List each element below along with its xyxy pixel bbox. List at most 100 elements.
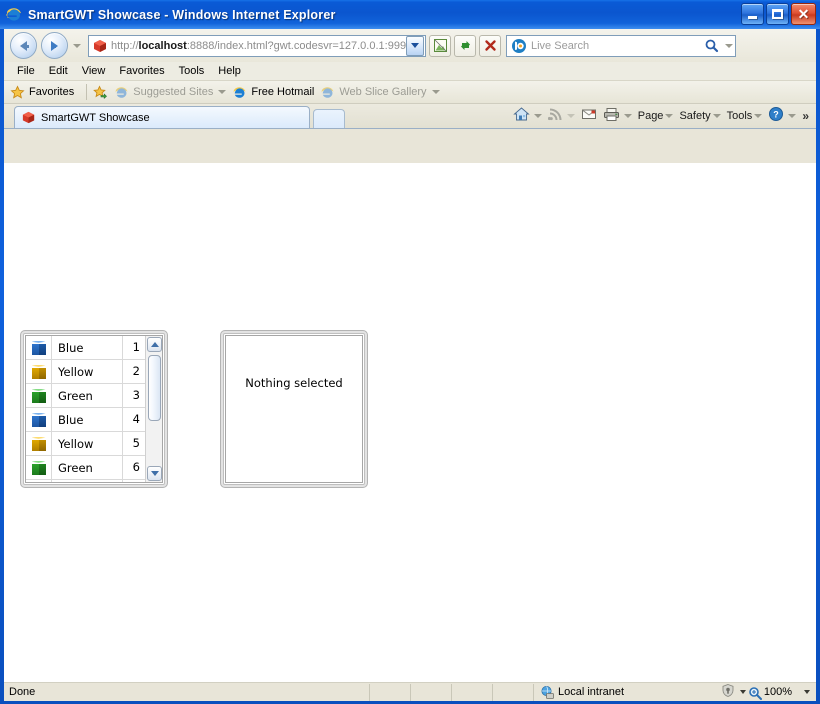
cube-icon — [26, 432, 52, 455]
command-bar-overflow-button[interactable]: » — [799, 109, 812, 123]
row-number: 6 — [122, 456, 146, 479]
menu-bar: File Edit View Favorites Tools Help — [4, 62, 816, 81]
row-color-name: Blue — [58, 412, 84, 427]
table-row-partial[interactable] — [26, 480, 146, 482]
mail-icon — [581, 107, 597, 124]
chevron-down-icon — [739, 690, 746, 694]
ie-icon — [232, 85, 247, 100]
menu-item-tools[interactable]: Tools — [172, 63, 212, 80]
menu-item-favorites[interactable]: Favorites — [112, 63, 171, 80]
chevron-down-icon — [411, 43, 419, 48]
mail-button[interactable] — [578, 105, 600, 127]
favbar-item-label: Free Hotmail — [251, 86, 315, 98]
address-dropdown-button[interactable] — [406, 35, 424, 56]
page-menu-label: Page — [637, 109, 664, 122]
row-number: 5 — [122, 432, 146, 455]
chevron-down-icon — [754, 113, 763, 118]
recent-pages-dropdown[interactable] — [70, 32, 84, 59]
maximize-button[interactable] — [766, 3, 789, 25]
detail-panel-body: Nothing selected — [225, 335, 363, 483]
status-text: Done — [9, 686, 36, 698]
row-color-name: Green — [58, 460, 93, 475]
home-icon — [513, 106, 530, 125]
menu-item-file[interactable]: File — [10, 63, 42, 80]
table-row[interactable]: Yellow 2 — [26, 360, 146, 384]
address-bar[interactable]: http://localhost:8888/index.html?gwt.cod… — [88, 34, 426, 57]
grid-vertical-scrollbar[interactable] — [145, 336, 162, 482]
back-button[interactable] — [10, 32, 37, 59]
chevron-down-icon — [712, 113, 721, 118]
favbar-item-web-slice-gallery[interactable]: Web Slice Gallery — [320, 85, 440, 100]
bing-icon — [511, 38, 527, 54]
minimize-button[interactable] — [741, 3, 764, 25]
favbar-item-free-hotmail[interactable]: Free Hotmail — [232, 85, 314, 100]
row-color-name: Yellow — [58, 436, 94, 451]
table-row[interactable]: Green 3 — [26, 384, 146, 408]
ie-logo-icon — [5, 6, 23, 24]
new-tab-button[interactable] — [313, 109, 345, 128]
favbar-item-label: Suggested Sites — [133, 86, 214, 98]
search-input[interactable]: Live Search — [531, 40, 589, 52]
security-zone-label: Local intranet — [558, 686, 625, 698]
compatibility-view-button[interactable] — [429, 34, 451, 57]
tools-menu-label: Tools — [726, 109, 753, 122]
help-menu-button[interactable]: ? — [765, 105, 799, 127]
ie-icon — [114, 85, 129, 100]
tools-menu-button[interactable]: Tools — [724, 105, 766, 127]
page-menu-button[interactable]: Page — [635, 105, 677, 127]
scroll-up-button[interactable] — [147, 337, 162, 352]
table-row[interactable]: Green 6 — [26, 456, 146, 480]
feeds-button[interactable] — [545, 105, 578, 127]
forward-button[interactable] — [41, 32, 68, 59]
chevron-down-icon — [623, 113, 632, 118]
menu-item-view[interactable]: View — [75, 63, 113, 80]
chevron-down-icon — [73, 43, 81, 48]
page-viewport: Blue 1 Yellow 2 Green 3 Blue 4 Yellow 5 … — [4, 163, 816, 682]
close-button[interactable]: ✕ — [791, 3, 816, 25]
search-box[interactable]: Live Search — [506, 34, 736, 57]
favbar-item-label: Web Slice Gallery — [339, 86, 427, 98]
favbar-item-suggested-sites[interactable]: Suggested Sites — [114, 85, 227, 100]
star-icon — [10, 84, 25, 100]
add-to-favorites-bar-button[interactable] — [93, 84, 108, 100]
navigation-toolbar: http://localhost:8888/index.html?gwt.cod… — [4, 29, 816, 62]
status-bar: Done Local intranet 100% — [4, 682, 816, 701]
stop-button[interactable] — [479, 34, 501, 57]
scrollbar-thumb[interactable] — [148, 355, 161, 421]
chevron-up-icon — [150, 342, 159, 347]
protected-mode-icon — [720, 683, 736, 701]
globe-icon — [540, 685, 554, 699]
print-button[interactable] — [600, 105, 635, 127]
table-row[interactable]: Yellow 5 — [26, 432, 146, 456]
refresh-button[interactable] — [454, 34, 476, 57]
scroll-down-button[interactable] — [147, 466, 162, 481]
row-color-name: Green — [58, 388, 93, 403]
favorites-center-button[interactable]: Favorites — [10, 84, 75, 100]
favorites-bar: Favorites Suggested Sites Free Hotmail W… — [4, 81, 816, 104]
table-row[interactable]: Blue 1 — [26, 336, 146, 360]
chevron-down-icon — [566, 113, 575, 118]
security-zone-indicator[interactable]: Local intranet — [540, 685, 710, 699]
table-row[interactable]: Blue 4 — [26, 408, 146, 432]
favorites-label: Favorites — [29, 86, 75, 98]
row-number: 1 — [122, 336, 146, 359]
menu-item-help[interactable]: Help — [211, 63, 248, 80]
color-list-grid[interactable]: Blue 1 Yellow 2 Green 3 Blue 4 Yellow 5 … — [20, 330, 168, 488]
zoom-control[interactable]: 100% — [748, 686, 816, 700]
safety-menu-button[interactable]: Safety — [676, 105, 723, 127]
home-button[interactable] — [510, 105, 545, 127]
ie-icon — [320, 85, 335, 100]
cube-icon — [26, 336, 52, 359]
row-color-name: Yellow — [58, 364, 94, 379]
help-icon: ? — [768, 106, 784, 125]
search-dropdown-button[interactable] — [722, 36, 735, 56]
chevron-down-icon — [218, 90, 227, 94]
divider — [86, 84, 88, 100]
protected-mode-indicator[interactable] — [720, 683, 748, 701]
svg-text:?: ? — [774, 110, 780, 120]
row-number: 3 — [122, 384, 146, 407]
tab-smartgwt-showcase[interactable]: SmartGWT Showcase — [14, 106, 310, 128]
print-icon — [603, 107, 620, 125]
menu-item-edit[interactable]: Edit — [42, 63, 75, 80]
search-go-button[interactable] — [700, 36, 722, 56]
